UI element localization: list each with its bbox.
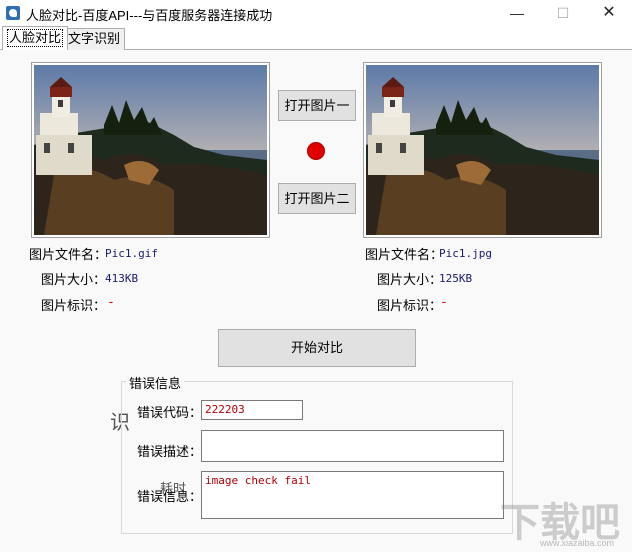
error-desc-field[interactable] [201, 430, 504, 462]
image1-tag-label: 图片标识： [41, 298, 107, 313]
image1-size: 413KB [105, 272, 139, 285]
image2-tag-label: 图片标识： [377, 298, 443, 313]
image2-tag: - [440, 295, 448, 310]
close-button[interactable]: ✕ [586, 0, 632, 26]
image2-size: 125KB [439, 272, 473, 285]
error-desc-label: 错误描述： [137, 444, 203, 459]
title-bar: 人脸对比-百度API---与百度服务器连接成功 — ☐ ✕ [0, 0, 632, 26]
image1-filename-label: 图片文件名： [29, 247, 108, 262]
lighthouse-photo [366, 65, 599, 235]
image-preview-2 [363, 62, 602, 238]
image2-filename-label: 图片文件名： [365, 247, 444, 262]
image-preview-1 [31, 62, 270, 238]
lighthouse-photo [34, 65, 267, 235]
error-message-label: 错误信息： [137, 489, 203, 504]
error-code-label: 错误代码： [137, 405, 203, 420]
open-image-2-button[interactable]: 打开图片二 [278, 183, 356, 214]
minimize-button[interactable]: — [494, 0, 540, 26]
tab-label: 人脸对比 [7, 29, 64, 47]
tab-content: 打开图片一 打开图片二 图片文件名： Pic1.gif 图片大小： 413KB … [0, 50, 632, 552]
error-message-field[interactable]: image check fail [201, 471, 504, 519]
tab-label: 文字识别 [68, 31, 121, 46]
image1-tag: - [107, 295, 115, 310]
image1-filename: Pic1.gif [105, 247, 158, 260]
error-code-field[interactable]: 222203 [201, 400, 303, 420]
tab-bar: 文字识别 人脸对比 [0, 26, 632, 51]
app-icon [6, 6, 20, 20]
tab-text-recognition[interactable]: 文字识别 [63, 28, 126, 50]
status-indicator [307, 142, 325, 160]
image2-filename: Pic1.jpg [439, 247, 492, 260]
maximize-button[interactable]: ☐ [540, 0, 586, 26]
open-image-1-button[interactable]: 打开图片一 [278, 90, 356, 121]
watermark-url: www.xiazaiba.com [540, 538, 615, 548]
window-title: 人脸对比-百度API---与百度服务器连接成功 [26, 8, 273, 23]
image2-size-label: 图片大小： [377, 272, 443, 287]
start-compare-button[interactable]: 开始对比 [218, 329, 416, 367]
error-group-title: 错误信息 [126, 373, 185, 392]
image1-size-label: 图片大小： [41, 272, 107, 287]
tab-face-compare[interactable]: 人脸对比 [2, 26, 69, 51]
